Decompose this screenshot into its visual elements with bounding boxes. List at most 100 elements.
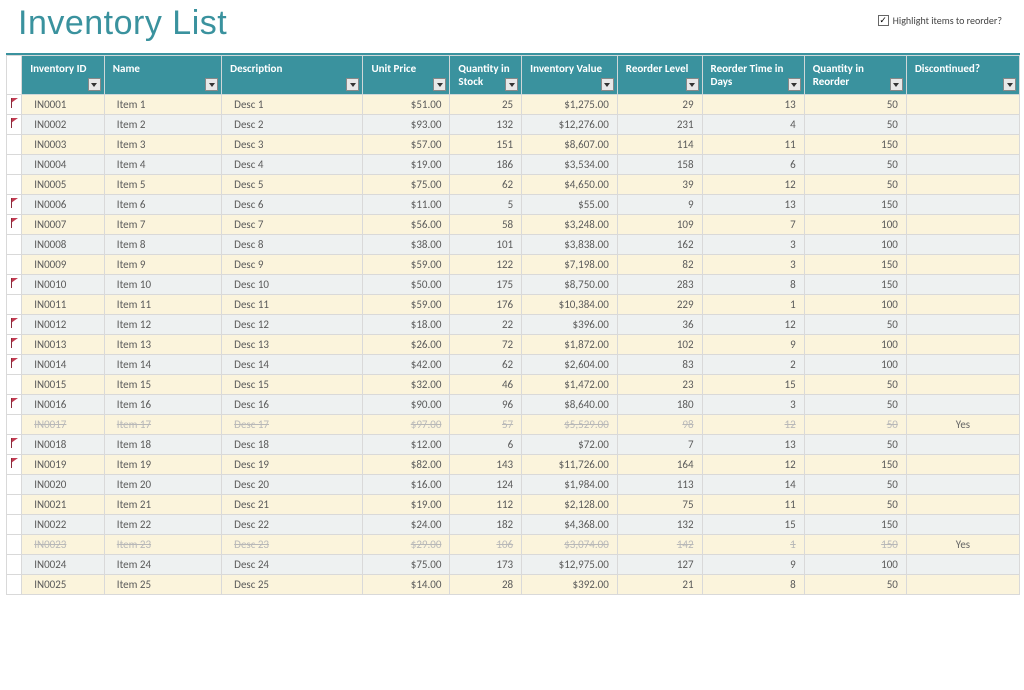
cell-disc[interactable] (906, 555, 1019, 575)
cell-flag[interactable] (7, 215, 22, 235)
cell-flag[interactable] (7, 115, 22, 135)
cell-reorder[interactable]: 164 (617, 455, 702, 475)
cell-desc[interactable]: Desc 9 (222, 255, 363, 275)
cell-flag[interactable] (7, 495, 22, 515)
cell-val[interactable]: $72.00 (522, 435, 618, 455)
cell-id[interactable]: IN0018 (22, 435, 105, 455)
cell-val[interactable]: $55.00 (522, 195, 618, 215)
cell-time[interactable]: 15 (702, 375, 804, 395)
table-row[interactable]: IN0010Item 10Desc 10$50.00175$8,750.0028… (7, 275, 1020, 295)
header-desc[interactable]: Description (222, 56, 363, 95)
cell-price[interactable]: $75.00 (363, 175, 450, 195)
cell-qtyr[interactable]: 100 (804, 555, 906, 575)
cell-qtyr[interactable]: 50 (804, 395, 906, 415)
cell-qty[interactable]: 22 (450, 315, 522, 335)
cell-qty[interactable]: 72 (450, 335, 522, 355)
cell-flag[interactable] (7, 355, 22, 375)
cell-id[interactable]: IN0022 (22, 515, 105, 535)
cell-flag[interactable] (7, 155, 22, 175)
cell-time[interactable]: 3 (702, 395, 804, 415)
table-row[interactable]: IN0021Item 21Desc 21$19.00112$2,128.0075… (7, 495, 1020, 515)
cell-disc[interactable] (906, 215, 1019, 235)
cell-id[interactable]: IN0014 (22, 355, 105, 375)
cell-qtyr[interactable]: 150 (804, 255, 906, 275)
cell-disc[interactable] (906, 195, 1019, 215)
cell-disc[interactable] (906, 375, 1019, 395)
cell-id[interactable]: IN0005 (22, 175, 105, 195)
cell-qty[interactable]: 57 (450, 415, 522, 435)
cell-reorder[interactable]: 283 (617, 275, 702, 295)
cell-qty[interactable]: 106 (450, 535, 522, 555)
cell-disc[interactable] (906, 355, 1019, 375)
cell-qtyr[interactable]: 150 (804, 275, 906, 295)
cell-reorder[interactable]: 75 (617, 495, 702, 515)
table-row[interactable]: IN0013Item 13Desc 13$26.0072$1,872.00102… (7, 335, 1020, 355)
header-name[interactable]: Name (104, 56, 221, 95)
cell-price[interactable]: $57.00 (363, 135, 450, 155)
cell-id[interactable]: IN0002 (22, 115, 105, 135)
cell-price[interactable]: $16.00 (363, 475, 450, 495)
cell-val[interactable]: $3,248.00 (522, 215, 618, 235)
cell-reorder[interactable]: 21 (617, 575, 702, 595)
filter-icon[interactable] (788, 78, 801, 91)
cell-qtyr[interactable]: 50 (804, 175, 906, 195)
table-row[interactable]: IN0006Item 6Desc 6$11.005$55.00913150 (7, 195, 1020, 215)
cell-name[interactable]: Item 3 (104, 135, 221, 155)
cell-val[interactable]: $1,872.00 (522, 335, 618, 355)
cell-qtyr[interactable]: 50 (804, 115, 906, 135)
cell-val[interactable]: $12,276.00 (522, 115, 618, 135)
cell-qty[interactable]: 182 (450, 515, 522, 535)
cell-time[interactable]: 12 (702, 175, 804, 195)
table-row[interactable]: IN0018Item 18Desc 18$12.006$72.0071350 (7, 435, 1020, 455)
cell-reorder[interactable]: 36 (617, 315, 702, 335)
cell-qty[interactable]: 28 (450, 575, 522, 595)
cell-val[interactable]: $8,750.00 (522, 275, 618, 295)
cell-reorder[interactable]: 29 (617, 95, 702, 115)
cell-reorder[interactable]: 114 (617, 135, 702, 155)
cell-price[interactable]: $56.00 (363, 215, 450, 235)
cell-flag[interactable] (7, 575, 22, 595)
cell-reorder[interactable]: 113 (617, 475, 702, 495)
cell-qtyr[interactable]: 150 (804, 515, 906, 535)
cell-disc[interactable] (906, 395, 1019, 415)
cell-reorder[interactable]: 132 (617, 515, 702, 535)
cell-val[interactable]: $3,838.00 (522, 235, 618, 255)
cell-flag[interactable] (7, 315, 22, 335)
cell-val[interactable]: $1,472.00 (522, 375, 618, 395)
cell-disc[interactable] (906, 155, 1019, 175)
cell-name[interactable]: Item 23 (104, 535, 221, 555)
cell-desc[interactable]: Desc 21 (222, 495, 363, 515)
cell-disc[interactable] (906, 95, 1019, 115)
cell-flag[interactable] (7, 135, 22, 155)
table-row[interactable]: IN0016Item 16Desc 16$90.0096$8,640.00180… (7, 395, 1020, 415)
cell-desc[interactable]: Desc 22 (222, 515, 363, 535)
cell-disc[interactable] (906, 515, 1019, 535)
cell-reorder[interactable]: 98 (617, 415, 702, 435)
cell-desc[interactable]: Desc 8 (222, 235, 363, 255)
cell-qty[interactable]: 62 (450, 355, 522, 375)
cell-flag[interactable] (7, 435, 22, 455)
cell-flag[interactable] (7, 475, 22, 495)
table-row[interactable]: IN0015Item 15Desc 15$32.0046$1,472.00231… (7, 375, 1020, 395)
cell-flag[interactable] (7, 295, 22, 315)
cell-time[interactable]: 13 (702, 195, 804, 215)
cell-reorder[interactable]: 127 (617, 555, 702, 575)
table-row[interactable]: IN0019Item 19Desc 19$82.00143$11,726.001… (7, 455, 1020, 475)
cell-price[interactable]: $50.00 (363, 275, 450, 295)
cell-qtyr[interactable]: 50 (804, 375, 906, 395)
table-row[interactable]: IN0017Item 17Desc 17$97.0057$5,529.00981… (7, 415, 1020, 435)
cell-desc[interactable]: Desc 15 (222, 375, 363, 395)
cell-disc[interactable] (906, 455, 1019, 475)
table-row[interactable]: IN0024Item 24Desc 24$75.00173$12,975.001… (7, 555, 1020, 575)
cell-name[interactable]: Item 16 (104, 395, 221, 415)
cell-time[interactable]: 12 (702, 415, 804, 435)
cell-id[interactable]: IN0004 (22, 155, 105, 175)
cell-qty[interactable]: 124 (450, 475, 522, 495)
cell-id[interactable]: IN0007 (22, 215, 105, 235)
cell-val[interactable]: $1,275.00 (522, 95, 618, 115)
table-row[interactable]: IN0007Item 7Desc 7$56.0058$3,248.0010971… (7, 215, 1020, 235)
cell-name[interactable]: Item 18 (104, 435, 221, 455)
cell-qtyr[interactable]: 100 (804, 355, 906, 375)
cell-disc[interactable] (906, 575, 1019, 595)
cell-disc[interactable] (906, 315, 1019, 335)
